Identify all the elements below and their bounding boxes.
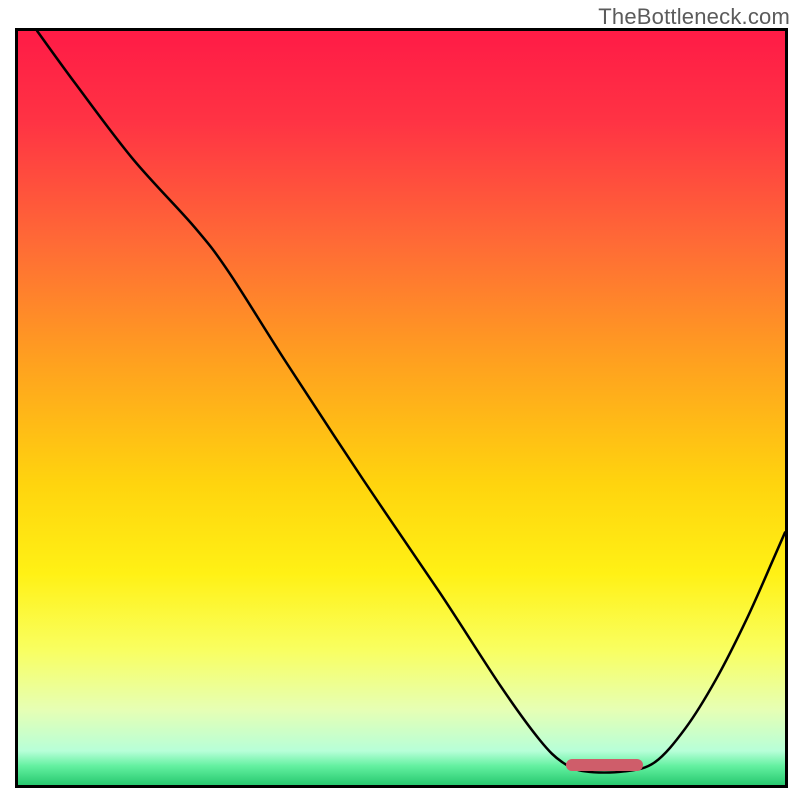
chart-frame: TheBottleneck.com xyxy=(0,0,800,800)
optimal-range-marker xyxy=(566,759,643,771)
gradient-background xyxy=(18,31,785,785)
watermark-text: TheBottleneck.com xyxy=(598,4,790,30)
plot-area xyxy=(15,28,788,788)
plot-svg xyxy=(18,31,785,785)
